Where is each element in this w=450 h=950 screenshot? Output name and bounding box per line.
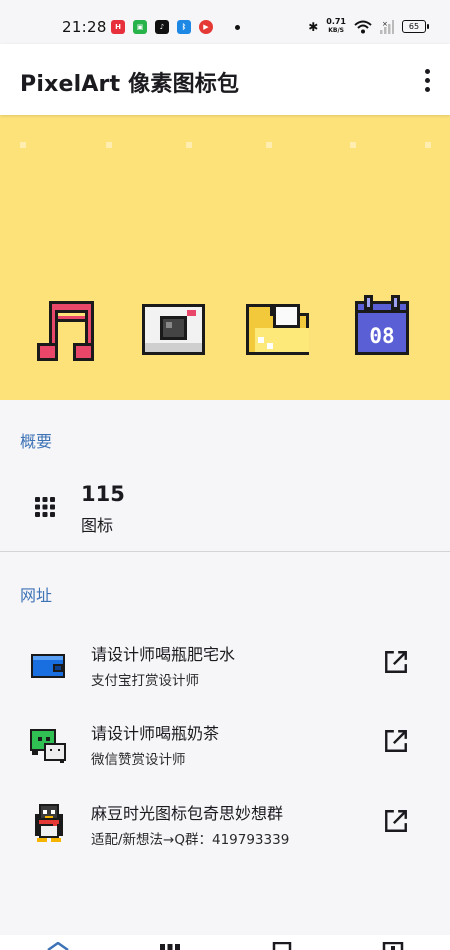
network-speed-unit: KB/S	[328, 27, 344, 34]
calendar-date: 08	[369, 324, 394, 348]
link-subtitle: 支付宝打赏设计师	[91, 673, 199, 689]
more-dot	[424, 86, 430, 92]
icon-count: 115	[81, 482, 125, 506]
notification-icons: H ▣ ♪ ᛒ ▶	[111, 20, 240, 34]
status-time: 21:28	[62, 18, 107, 36]
calendar-icon: 08	[355, 295, 409, 355]
grid-nav-icon[interactable]	[160, 942, 180, 950]
more-notifications-dot	[235, 24, 240, 30]
svg-text:×: ×	[382, 20, 388, 28]
section-divider	[0, 551, 450, 552]
bluetooth-app-icon: ᛒ	[177, 20, 191, 34]
qq-penguin-icon	[35, 804, 63, 842]
network-speed-value: 0.71	[326, 17, 346, 26]
grid-apps-icon	[35, 497, 55, 517]
bilibili-app-icon: ▣	[133, 20, 147, 34]
bluetooth-icon: ✱	[308, 19, 319, 34]
icon-preview-banner: 08	[0, 115, 450, 400]
more-dot	[424, 77, 430, 83]
camera-icon	[142, 304, 205, 355]
open-in-new-icon[interactable]	[383, 808, 409, 834]
status-bar: 21:28 H ▣ ♪ ᛒ ▶ ✱ 0.71 KB/S × 65	[0, 0, 450, 44]
wifi-icon	[354, 20, 372, 33]
open-in-new-icon[interactable]	[383, 649, 409, 675]
battery-icon: 65	[402, 20, 429, 33]
music-note-icon	[37, 301, 94, 361]
video-app-icon: ▶	[199, 20, 213, 34]
request-nav-icon[interactable]	[382, 942, 404, 950]
app-bar: PixelArt 像素图标包	[0, 44, 450, 115]
system-icons: ✱ 0.71 KB/S × 65	[308, 18, 429, 35]
wechat-icon	[30, 729, 66, 763]
link-row-wechat[interactable]: 请设计师喝瓶奶茶 微信赞赏设计师	[0, 720, 450, 800]
app-title: PixelArt 像素图标包	[20, 72, 240, 97]
icon-count-label: 图标	[81, 516, 114, 535]
overview-section-label: 概要	[20, 432, 53, 451]
home-nav-icon[interactable]	[46, 942, 70, 950]
news-app-icon: H	[111, 20, 125, 34]
link-row-alipay[interactable]: 请设计师喝瓶肥宅水 支付宝打赏设计师	[0, 641, 450, 721]
link-subtitle: 微信赞赏设计师	[91, 752, 186, 768]
link-title: 请设计师喝瓶奶茶	[91, 724, 220, 743]
link-row-qq-group[interactable]: 麻豆时光图标包奇思妙想群 适配/新想法→Q群：419793339	[0, 800, 450, 880]
folder-icon	[246, 304, 309, 355]
network-speed: 0.71 KB/S	[326, 18, 346, 35]
signal-icon: ×	[380, 19, 394, 34]
tiktok-app-icon: ♪	[155, 20, 169, 34]
more-options-button[interactable]	[418, 64, 436, 96]
wallet-icon	[31, 654, 65, 678]
apply-nav-icon[interactable]	[272, 942, 292, 950]
more-dot	[424, 68, 430, 74]
link-title: 麻豆时光图标包奇思妙想群	[91, 804, 284, 823]
links-section-label: 网址	[20, 586, 53, 605]
link-title: 请设计师喝瓶肥宅水	[91, 645, 236, 664]
open-in-new-icon[interactable]	[383, 728, 409, 754]
link-subtitle: 适配/新想法→Q群：419793339	[91, 832, 290, 848]
